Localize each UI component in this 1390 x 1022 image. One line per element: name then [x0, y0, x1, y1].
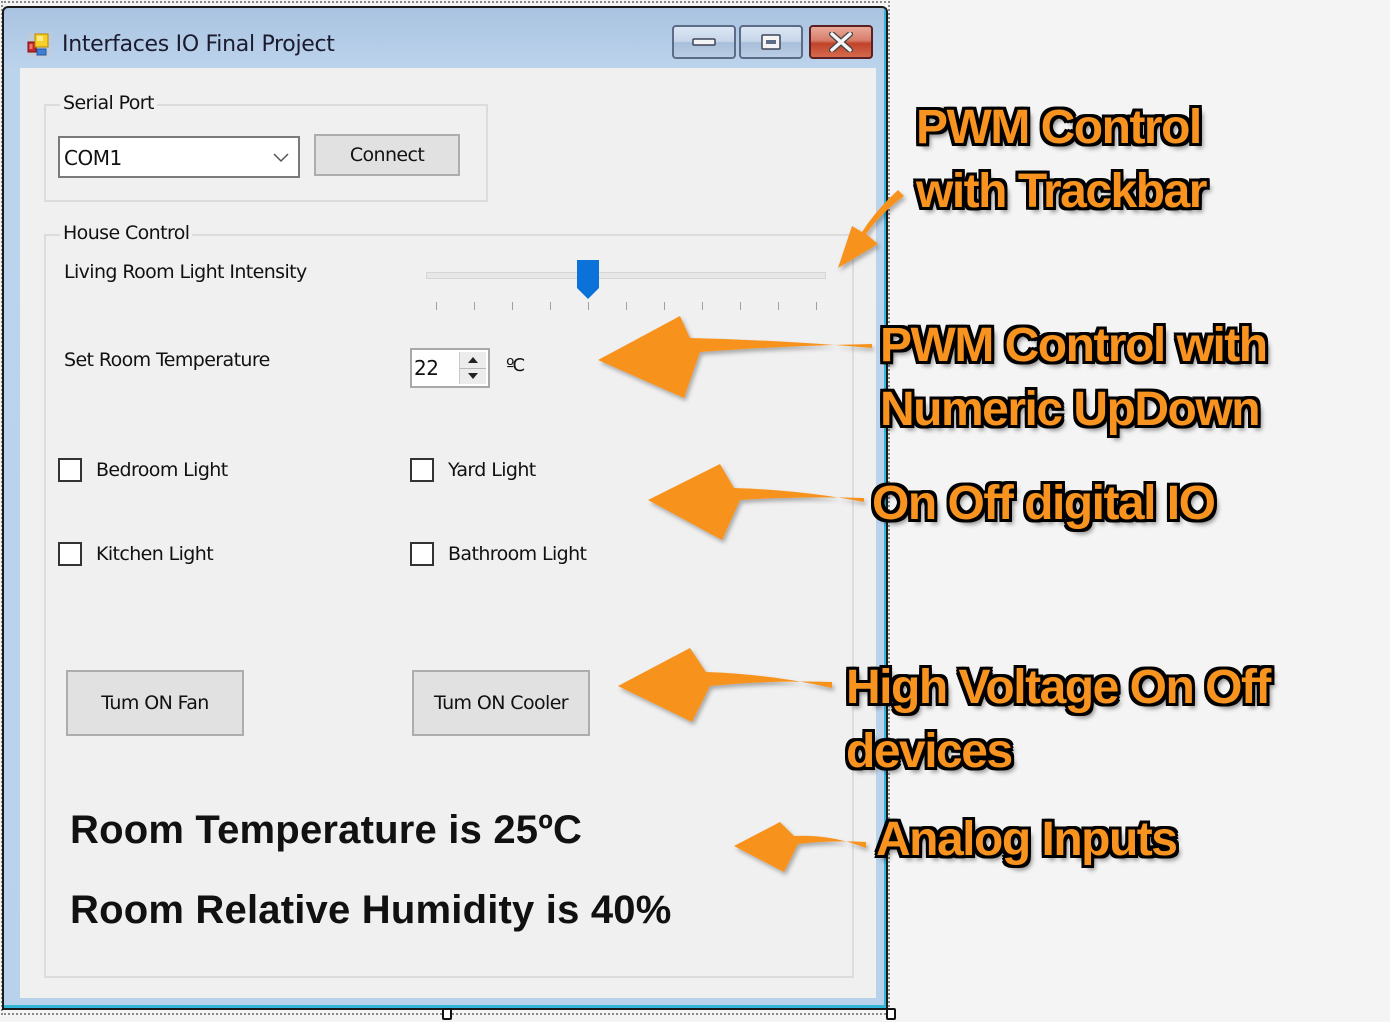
turn-on-cooler-button[interactable]: Tum ON Cooler	[412, 670, 590, 736]
temperature-value[interactable]: 22	[414, 356, 439, 380]
checkbox-box[interactable]	[410, 458, 434, 482]
maximize-button[interactable]	[739, 25, 803, 59]
room-humidity-reading: Room Relative Humidity is 40%	[70, 888, 672, 932]
kitchen-light-checkbox[interactable]: Kitchen Light	[58, 542, 214, 566]
set-temperature-label: Set Room Temperature	[64, 349, 270, 371]
resize-handle-corner[interactable]	[886, 1008, 896, 1020]
yard-light-checkbox[interactable]: Yard Light	[410, 458, 536, 482]
maximize-icon	[761, 34, 781, 50]
form-window: Interfaces IO Final Project Serial Port …	[2, 6, 888, 1010]
serial-port-group-label: Serial Port	[60, 92, 157, 114]
resize-handle-bottom[interactable]	[442, 1008, 452, 1020]
app-icon	[27, 33, 51, 57]
annotation-line: High Voltage On Off	[846, 661, 1271, 714]
trackbar-tick	[474, 302, 475, 310]
checkbox-box[interactable]	[410, 542, 434, 566]
annotation-digital: On Off digital IO	[872, 472, 1216, 536]
checkbox-label[interactable]: Yard Light	[448, 459, 536, 481]
minimize-icon	[692, 38, 716, 46]
checkbox-label[interactable]: Bedroom Light	[96, 459, 228, 481]
checkbox-label[interactable]: Bathroom Light	[448, 543, 587, 565]
serial-port-value: COM1	[64, 146, 122, 170]
chevron-down-icon[interactable]	[272, 148, 290, 166]
annotation-line: devices	[846, 725, 1013, 778]
light-intensity-trackbar[interactable]	[424, 260, 828, 312]
temperature-numeric-updown[interactable]: 22	[410, 348, 490, 388]
close-icon	[829, 32, 853, 52]
temperature-unit-label: ºC	[506, 355, 525, 376]
annotation-numeric: PWM Control with Numeric UpDown	[880, 314, 1268, 442]
annotation-line: Analog Inputs	[876, 813, 1178, 866]
bedroom-light-checkbox[interactable]: Bedroom Light	[58, 458, 228, 482]
house-control-group-label: House Control	[60, 222, 193, 244]
window-title: Interfaces IO Final Project	[62, 32, 335, 57]
trackbar-tick	[778, 302, 779, 310]
checkbox-box[interactable]	[58, 542, 82, 566]
spin-buttons	[459, 352, 486, 384]
house-control-group	[44, 234, 854, 978]
minimize-button[interactable]	[672, 25, 736, 59]
trackbar-tick	[512, 302, 513, 310]
annotation-line: with Trackbar	[916, 165, 1207, 218]
trackbar-tick	[626, 302, 627, 310]
annotation-trackbar: PWM Control with Trackbar	[916, 96, 1207, 224]
arrow-down-icon	[468, 373, 478, 379]
connect-button[interactable]: Connect	[314, 134, 460, 176]
trackbar-tick	[816, 302, 817, 310]
annotation-line: Numeric UpDown	[880, 383, 1261, 436]
spin-up-button[interactable]	[460, 352, 486, 369]
room-temperature-reading: Room Temperature is 25ºC	[70, 808, 583, 852]
title-bar[interactable]: Interfaces IO Final Project	[4, 8, 886, 66]
checkbox-label[interactable]: Kitchen Light	[96, 543, 214, 565]
arrow-up-icon	[468, 357, 478, 363]
trackbar-tick	[664, 302, 665, 310]
spin-down-button[interactable]	[460, 368, 486, 384]
annotation-line: On Off digital IO	[872, 477, 1216, 530]
trackbar-tick	[702, 302, 703, 310]
trackbar-track[interactable]	[426, 272, 826, 279]
serial-port-combobox[interactable]: COM1	[58, 136, 300, 178]
turn-on-fan-button[interactable]: Tum ON Fan	[66, 670, 244, 736]
trackbar-tick	[740, 302, 741, 310]
annotation-high-voltage: High Voltage On Off devices	[846, 656, 1271, 784]
light-intensity-label: Living Room Light Intensity	[64, 261, 307, 283]
trackbar-thumb[interactable]	[577, 260, 599, 300]
checkbox-box[interactable]	[58, 458, 82, 482]
bathroom-light-checkbox[interactable]: Bathroom Light	[410, 542, 587, 566]
trackbar-tick	[436, 302, 437, 310]
annotation-analog: Analog Inputs	[876, 808, 1178, 872]
form-client-area: Serial Port COM1 Connect House Control L…	[20, 68, 876, 998]
close-button[interactable]	[809, 25, 873, 59]
trackbar-tick	[550, 302, 551, 310]
annotation-line: PWM Control	[916, 101, 1202, 154]
annotation-line: PWM Control with	[880, 319, 1268, 372]
trackbar-tick	[588, 302, 589, 310]
